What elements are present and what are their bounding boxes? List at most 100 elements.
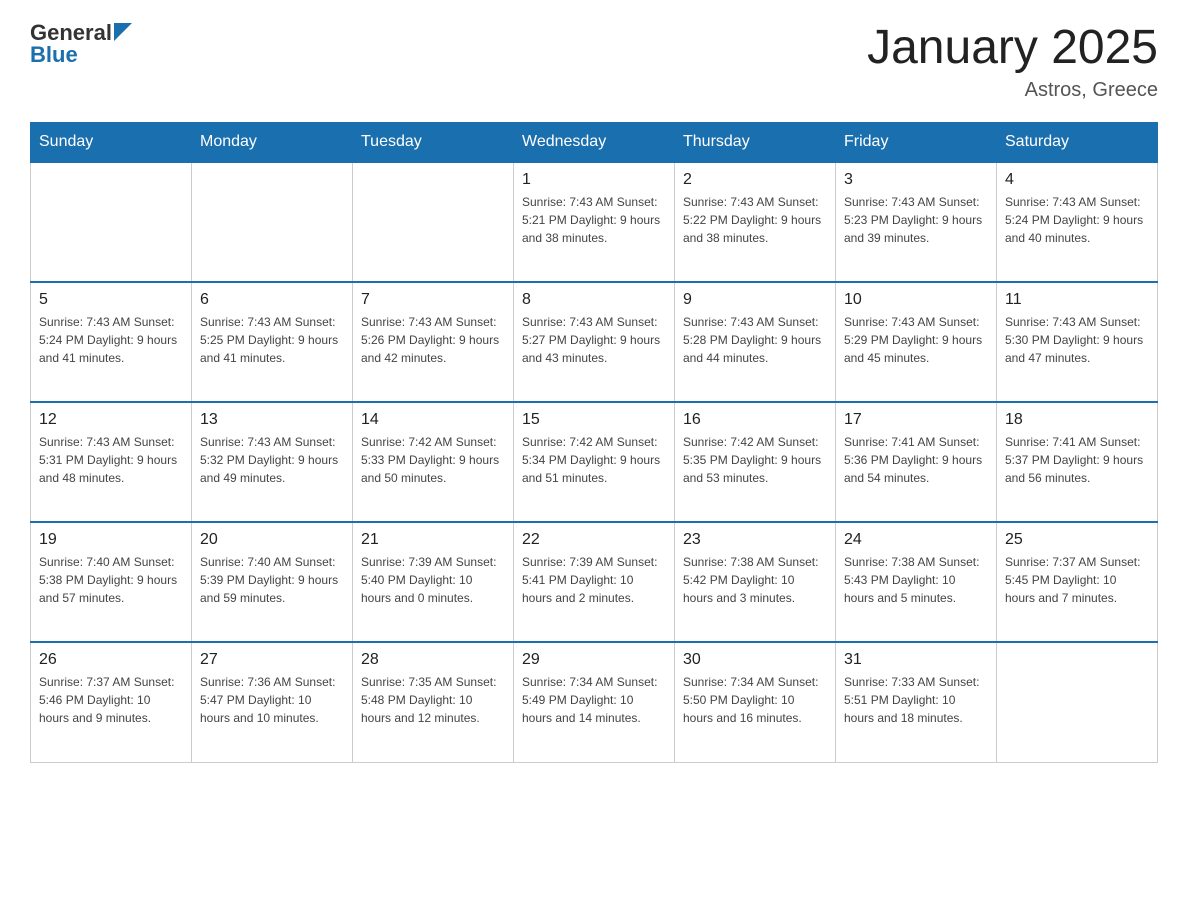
day-number: 22 [522, 531, 666, 549]
day-number: 19 [39, 531, 183, 549]
day-number: 28 [361, 651, 505, 669]
calendar-day-cell [353, 162, 514, 282]
page-header: General Blue January 2025 Astros, Greece [30, 20, 1158, 102]
day-number: 17 [844, 411, 988, 429]
calendar-header-row: SundayMondayTuesdayWednesdayThursdayFrid… [31, 123, 1158, 163]
day-info: Sunrise: 7:40 AM Sunset: 5:39 PM Dayligh… [200, 553, 344, 607]
day-number: 9 [683, 291, 827, 309]
calendar-day-header: Thursday [675, 123, 836, 163]
calendar-day-cell: 29 Sunrise: 7:34 AM Sunset: 5:49 PM Dayli… [514, 642, 675, 762]
day-info: Sunrise: 7:42 AM Sunset: 5:34 PM Dayligh… [522, 433, 666, 487]
day-number: 29 [522, 651, 666, 669]
calendar-day-cell: 31Sunrise: 7:33 AM Sunset: 5:51 PM Dayli… [836, 642, 997, 762]
day-number: 1 [522, 171, 666, 189]
day-info: Sunrise: 7:37 AM Sunset: 5:46 PM Dayligh… [39, 673, 183, 727]
calendar-day-cell: 23 Sunrise: 7:38 AM Sunset: 5:42 PM Dayli… [675, 522, 836, 642]
calendar-day-cell: 9 Sunrise: 7:43 AM Sunset: 5:28 PM Daylig… [675, 282, 836, 402]
calendar-week-row: 12 Sunrise: 7:43 AM Sunset: 5:31 PM Dayli… [31, 402, 1158, 522]
day-info: Sunrise: 7:37 AM Sunset: 5:45 PM Dayligh… [1005, 553, 1149, 607]
day-number: 15 [522, 411, 666, 429]
day-number: 6 [200, 291, 344, 309]
calendar-day-cell: 24 Sunrise: 7:38 AM Sunset: 5:43 PM Dayli… [836, 522, 997, 642]
calendar-week-row: 26 Sunrise: 7:37 AM Sunset: 5:46 PM Dayli… [31, 642, 1158, 762]
day-info: Sunrise: 7:43 AM Sunset: 5:27 PM Dayligh… [522, 313, 666, 367]
day-number: 11 [1005, 291, 1149, 309]
day-info: Sunrise: 7:43 AM Sunset: 5:31 PM Dayligh… [39, 433, 183, 487]
calendar-day-header: Tuesday [353, 123, 514, 163]
calendar-day-cell: 6 Sunrise: 7:43 AM Sunset: 5:25 PM Daylig… [192, 282, 353, 402]
calendar-day-cell [31, 162, 192, 282]
day-number: 14 [361, 411, 505, 429]
calendar-day-cell: 4 Sunrise: 7:43 AM Sunset: 5:24 PM Daylig… [997, 162, 1158, 282]
day-info: Sunrise: 7:39 AM Sunset: 5:40 PM Dayligh… [361, 553, 505, 607]
day-info: Sunrise: 7:43 AM Sunset: 5:22 PM Dayligh… [683, 193, 827, 247]
day-number: 13 [200, 411, 344, 429]
day-number: 16 [683, 411, 827, 429]
calendar-day-header: Saturday [997, 123, 1158, 163]
day-number: 30 [683, 651, 827, 669]
calendar-day-cell: 30 Sunrise: 7:34 AM Sunset: 5:50 PM Dayli… [675, 642, 836, 762]
day-number: 3 [844, 171, 988, 189]
calendar-subtitle: Astros, Greece [867, 79, 1158, 102]
calendar-day-header: Sunday [31, 123, 192, 163]
calendar-week-row: 1 Sunrise: 7:43 AM Sunset: 5:21 PM Daylig… [31, 162, 1158, 282]
calendar-day-cell: 8 Sunrise: 7:43 AM Sunset: 5:27 PM Daylig… [514, 282, 675, 402]
day-info: Sunrise: 7:43 AM Sunset: 5:29 PM Dayligh… [844, 313, 988, 367]
day-number: 26 [39, 651, 183, 669]
day-info: Sunrise: 7:43 AM Sunset: 5:25 PM Dayligh… [200, 313, 344, 367]
calendar-day-cell: 1 Sunrise: 7:43 AM Sunset: 5:21 PM Daylig… [514, 162, 675, 282]
day-info: Sunrise: 7:40 AM Sunset: 5:38 PM Dayligh… [39, 553, 183, 607]
calendar-day-cell: 13Sunrise: 7:43 AM Sunset: 5:32 PM Dayli… [192, 402, 353, 522]
calendar-day-cell: 25 Sunrise: 7:37 AM Sunset: 5:45 PM Dayli… [997, 522, 1158, 642]
calendar-day-cell: 28Sunrise: 7:35 AM Sunset: 5:48 PM Dayli… [353, 642, 514, 762]
calendar-day-cell: 16Sunrise: 7:42 AM Sunset: 5:35 PM Dayli… [675, 402, 836, 522]
calendar-day-cell: 14 Sunrise: 7:42 AM Sunset: 5:33 PM Dayli… [353, 402, 514, 522]
day-number: 10 [844, 291, 988, 309]
day-number: 20 [200, 531, 344, 549]
calendar-day-cell: 10 Sunrise: 7:43 AM Sunset: 5:29 PM Dayli… [836, 282, 997, 402]
day-number: 12 [39, 411, 183, 429]
calendar-day-cell: 2 Sunrise: 7:43 AM Sunset: 5:22 PM Daylig… [675, 162, 836, 282]
day-number: 23 [683, 531, 827, 549]
day-info: Sunrise: 7:43 AM Sunset: 5:21 PM Dayligh… [522, 193, 666, 247]
day-info: Sunrise: 7:34 AM Sunset: 5:50 PM Dayligh… [683, 673, 827, 727]
day-number: 27 [200, 651, 344, 669]
day-number: 8 [522, 291, 666, 309]
calendar-day-header: Friday [836, 123, 997, 163]
day-info: Sunrise: 7:43 AM Sunset: 5:24 PM Dayligh… [39, 313, 183, 367]
calendar-day-cell: 18 Sunrise: 7:41 AM Sunset: 5:37 PM Dayli… [997, 402, 1158, 522]
calendar-day-cell: 17Sunrise: 7:41 AM Sunset: 5:36 PM Dayli… [836, 402, 997, 522]
day-info: Sunrise: 7:34 AM Sunset: 5:49 PM Dayligh… [522, 673, 666, 727]
day-number: 24 [844, 531, 988, 549]
day-number: 21 [361, 531, 505, 549]
logo: General Blue [30, 20, 132, 68]
day-info: Sunrise: 7:43 AM Sunset: 5:28 PM Dayligh… [683, 313, 827, 367]
calendar-day-cell: 20 Sunrise: 7:40 AM Sunset: 5:39 PM Dayli… [192, 522, 353, 642]
calendar-day-cell [192, 162, 353, 282]
calendar-day-cell: 27 Sunrise: 7:36 AM Sunset: 5:47 PM Dayli… [192, 642, 353, 762]
calendar-day-cell: 19 Sunrise: 7:40 AM Sunset: 5:38 PM Dayli… [31, 522, 192, 642]
day-number: 25 [1005, 531, 1149, 549]
day-info: Sunrise: 7:36 AM Sunset: 5:47 PM Dayligh… [200, 673, 344, 727]
day-info: Sunrise: 7:38 AM Sunset: 5:43 PM Dayligh… [844, 553, 988, 607]
day-number: 2 [683, 171, 827, 189]
day-info: Sunrise: 7:42 AM Sunset: 5:33 PM Dayligh… [361, 433, 505, 487]
calendar-day-header: Monday [192, 123, 353, 163]
calendar-day-cell: 15 Sunrise: 7:42 AM Sunset: 5:34 PM Dayli… [514, 402, 675, 522]
day-info: Sunrise: 7:43 AM Sunset: 5:24 PM Dayligh… [1005, 193, 1149, 247]
day-number: 18 [1005, 411, 1149, 429]
day-info: Sunrise: 7:41 AM Sunset: 5:37 PM Dayligh… [1005, 433, 1149, 487]
day-info: Sunrise: 7:43 AM Sunset: 5:23 PM Dayligh… [844, 193, 988, 247]
day-info: Sunrise: 7:38 AM Sunset: 5:42 PM Dayligh… [683, 553, 827, 607]
calendar-day-cell: 22Sunrise: 7:39 AM Sunset: 5:41 PM Dayli… [514, 522, 675, 642]
day-number: 4 [1005, 171, 1149, 189]
calendar-day-header: Wednesday [514, 123, 675, 163]
calendar-day-cell: 5Sunrise: 7:43 AM Sunset: 5:24 PM Daylig… [31, 282, 192, 402]
calendar-day-cell: 26 Sunrise: 7:37 AM Sunset: 5:46 PM Dayli… [31, 642, 192, 762]
calendar-title: January 2025 [867, 20, 1158, 75]
calendar-week-row: 5Sunrise: 7:43 AM Sunset: 5:24 PM Daylig… [31, 282, 1158, 402]
day-number: 31 [844, 651, 988, 669]
calendar-day-cell [997, 642, 1158, 762]
day-info: Sunrise: 7:43 AM Sunset: 5:30 PM Dayligh… [1005, 313, 1149, 367]
calendar-day-cell: 7Sunrise: 7:43 AM Sunset: 5:26 PM Daylig… [353, 282, 514, 402]
